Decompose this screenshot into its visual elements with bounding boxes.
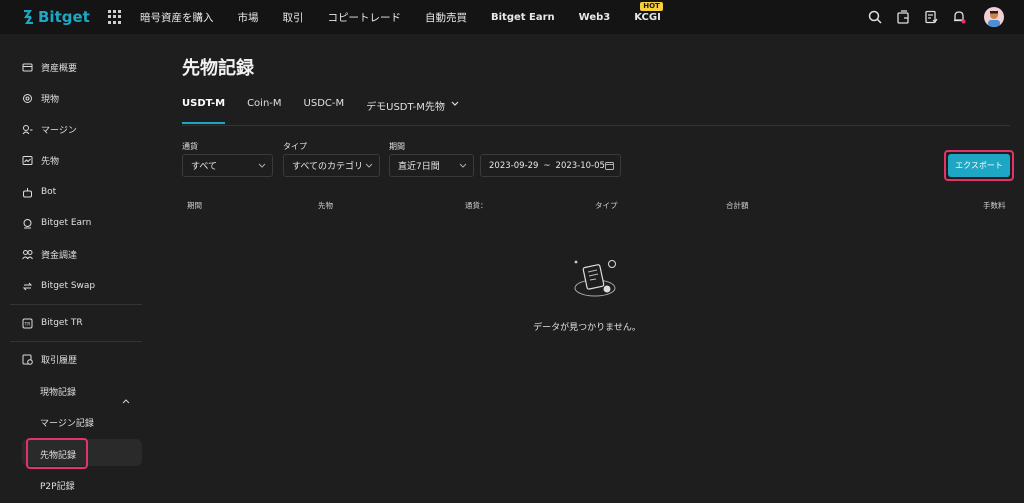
sidebar-item-history[interactable]: 取引履歴: [22, 351, 77, 367]
column-header-type: タイプ: [595, 201, 618, 210]
sidebar-item-assets[interactable]: 資産概要: [22, 59, 77, 75]
empty-state-text: データが見つかりません。: [533, 323, 641, 333]
tab-coin-m[interactable]: Coin-M: [247, 98, 281, 124]
sidebar-divider: [10, 304, 142, 305]
chevron-down-icon: [365, 162, 373, 172]
avatar[interactable]: [984, 7, 1004, 27]
sidebar-item-funding[interactable]: 資金調達: [22, 246, 77, 262]
chevron-down-icon: [258, 162, 266, 172]
period-select-value: 直近7日間: [398, 162, 440, 172]
column-header-futures: 先物: [318, 201, 333, 210]
sidebar-item-bot[interactable]: Bot: [22, 184, 56, 200]
swap-icon: [22, 281, 33, 292]
nav-web3[interactable]: Web3: [579, 12, 611, 23]
sidebar-item-bitget-tr[interactable]: TR Bitget TR: [22, 315, 83, 331]
bot-icon: [22, 187, 33, 198]
nav-buy-crypto[interactable]: 暗号資産を購入: [140, 10, 214, 25]
period-select[interactable]: 直近7日間: [389, 154, 474, 177]
currency-select[interactable]: すべて: [182, 154, 273, 177]
sidebar-item-label: 現物: [41, 94, 60, 105]
export-button[interactable]: エクスポート: [948, 154, 1010, 177]
sidebar-item-spot[interactable]: 現物: [22, 90, 59, 106]
tr-icon: TR: [22, 318, 33, 329]
nav-earn[interactable]: Bitget Earn: [491, 12, 555, 23]
sidebar-item-label: Bitget Earn: [41, 218, 92, 228]
top-right-icons: [854, 0, 1004, 34]
nav-kcgi[interactable]: HOT KCGI: [634, 1, 663, 23]
nav-copy-trade[interactable]: コピートレード: [328, 10, 402, 25]
tab-usdt-m[interactable]: USDT-M: [182, 98, 226, 124]
brand-name: Bitget: [38, 8, 90, 26]
sidebar-item-label: 先物: [41, 156, 60, 167]
tabs-divider: [182, 125, 1010, 126]
type-select-value: すべてのカテゴリ: [292, 162, 364, 172]
sidebar-divider: [10, 341, 142, 342]
tab-demo-label: デモUSDT-M先物: [366, 102, 445, 113]
column-header-period: 期間: [187, 201, 202, 210]
assets-icon: [22, 62, 33, 73]
column-header-currency: 通貨：: [465, 201, 488, 210]
chevron-up-icon[interactable]: [122, 389, 130, 408]
currency-filter-label: 通貨: [182, 142, 198, 151]
sidebar-item-label: マージン: [41, 125, 77, 136]
top-nav-bar: Bitget 暗号資産を購入 市場 取引 コピートレード 自動売買 Bitget…: [0, 0, 1024, 34]
chevron-down-icon: [451, 99, 459, 110]
tab-bar: USDT-M Coin-M USDC-M デモUSDT-M先物: [182, 98, 481, 124]
spot-icon: [22, 93, 33, 104]
sidebar-item-label: Bot: [41, 187, 57, 197]
sidebar-item-label: Bitget TR: [41, 318, 83, 328]
tab-demo-usdt-m[interactable]: デモUSDT-M先物: [366, 98, 459, 124]
column-header-fee: 手数料: [983, 201, 1006, 210]
funding-icon: [22, 249, 33, 260]
main-nav: 暗号資産を購入 市場 取引 コピートレード 自動売買 Bitget Earn W…: [140, 0, 685, 34]
hot-badge: HOT: [640, 1, 663, 11]
type-filter-label: タイプ: [283, 142, 307, 151]
date-to: 2023-10-05: [555, 160, 605, 171]
bitget-logo[interactable]: Bitget: [22, 8, 108, 26]
svg-text:TR: TR: [24, 321, 31, 327]
calendar-icon: [605, 161, 614, 173]
nav-markets[interactable]: 市場: [238, 10, 259, 25]
apps-grid-icon[interactable]: [108, 10, 122, 24]
main-content: 先物記録 USDT-M Coin-M USDC-M デモUSDT-M先物 通貨 …: [150, 34, 1024, 503]
search-icon[interactable]: [868, 10, 882, 24]
orders-icon[interactable]: [924, 10, 938, 24]
page-title: 先物記録: [182, 58, 254, 79]
type-select[interactable]: すべてのカテゴリ: [283, 154, 380, 177]
date-separator: ~: [543, 160, 551, 171]
chevron-down-icon: [459, 162, 467, 172]
nav-bots[interactable]: 自動売買: [425, 10, 467, 25]
history-icon: [22, 354, 33, 365]
export-highlight-box: エクスポート: [944, 150, 1014, 181]
tab-usdc-m[interactable]: USDC-M: [304, 98, 345, 124]
futures-icon: [22, 155, 33, 166]
sidebar-item-label: 取引履歴: [41, 355, 78, 366]
column-header-total: 合計額: [726, 201, 749, 210]
wallet-icon[interactable]: [896, 10, 910, 24]
bell-icon[interactable]: [952, 10, 966, 24]
sidebar-sub-spot-records[interactable]: 現物記録: [40, 385, 76, 398]
sidebar-item-label: 資産概要: [41, 63, 78, 74]
bitget-logo-icon: [23, 10, 33, 24]
sidebar-sub-margin-records[interactable]: マージン記録: [40, 416, 94, 429]
sidebar-sub-futures-records[interactable]: 先物記録: [40, 448, 76, 461]
sidebar-item-earn[interactable]: Bitget Earn: [22, 215, 91, 231]
nav-trade[interactable]: 取引: [283, 10, 304, 25]
margin-icon: [22, 124, 33, 135]
earn-icon: [22, 218, 33, 229]
date-range-picker[interactable]: 2023-09-29 ~ 2023-10-05: [480, 154, 621, 177]
sidebar-item-margin[interactable]: マージン: [22, 121, 77, 137]
nav-kcgi-label: KCGI: [634, 11, 661, 23]
sidebar-sub-p2p-records[interactable]: P2P記録: [40, 479, 75, 492]
sidebar-item-swap[interactable]: Bitget Swap: [22, 278, 95, 294]
no-data-illustration-icon: [574, 260, 616, 297]
period-filter-label: 期間: [389, 142, 405, 151]
currency-select-value: すべて: [191, 162, 218, 172]
sidebar-item-label: Bitget Swap: [41, 281, 96, 291]
sidebar: 資産概要 現物 マージン 先物 Bot Bitget Earn 資金調達 Bit…: [0, 34, 150, 503]
sidebar-item-label: 資金調達: [41, 250, 78, 261]
sidebar-item-futures[interactable]: 先物: [22, 152, 59, 168]
date-from: 2023-09-29: [489, 160, 539, 171]
